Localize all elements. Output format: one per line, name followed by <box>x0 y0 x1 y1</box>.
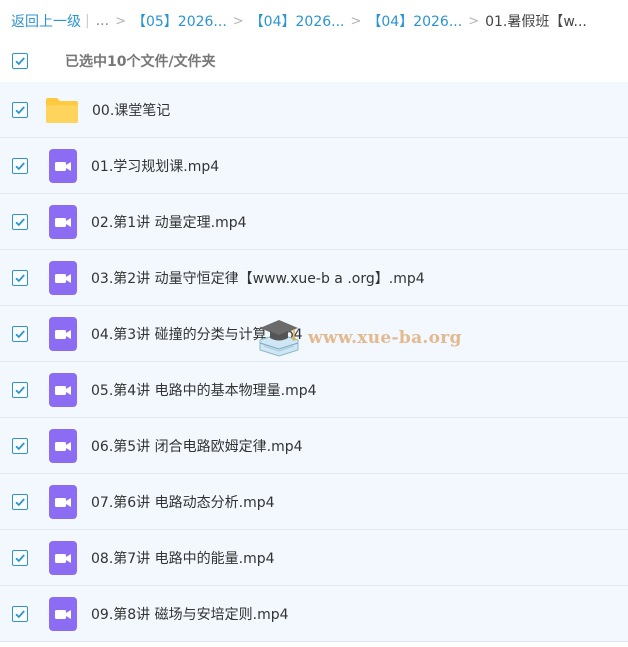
video-file-icon <box>49 316 77 351</box>
file-row[interactable]: 03.第2讲 动量守恒定律【www.xue-b a .org】.mp4 <box>0 250 628 306</box>
breadcrumb-item[interactable]: 【04】2026... <box>250 11 345 31</box>
row-checkbox[interactable] <box>12 381 28 398</box>
file-name[interactable]: 02.第1讲 动量定理.mp4 <box>91 212 247 232</box>
check-icon <box>15 329 25 338</box>
check-icon <box>15 553 25 562</box>
breadcrumb-separator: > <box>232 13 244 29</box>
breadcrumb-item[interactable]: 【05】2026... <box>132 11 227 31</box>
check-icon <box>15 609 25 618</box>
row-checkbox[interactable] <box>12 605 28 622</box>
file-name[interactable]: 04.第3讲 碰撞的分类与计算.mp4 <box>91 324 303 344</box>
check-icon <box>15 273 25 282</box>
folder-icon <box>46 97 78 123</box>
breadcrumb-separator: > <box>115 13 126 29</box>
breadcrumb-current: 01.暑假班【w... <box>485 14 587 30</box>
file-name[interactable]: 07.第6讲 电路动态分析.mp4 <box>91 492 275 512</box>
check-icon <box>15 57 25 66</box>
breadcrumb-item[interactable]: 【04】2026... <box>367 11 462 31</box>
video-file-icon <box>49 428 77 463</box>
file-name[interactable]: 08.第7讲 电路中的能量.mp4 <box>91 548 275 568</box>
selection-count: 已选中10个文件/文件夹 <box>65 54 216 70</box>
file-name[interactable]: 01.学习规划课.mp4 <box>91 156 219 176</box>
breadcrumb-divider: | <box>85 13 90 29</box>
file-name[interactable]: 09.第8讲 磁场与安培定则.mp4 <box>91 604 289 624</box>
file-row[interactable]: 08.第7讲 电路中的能量.mp4 <box>0 530 628 586</box>
check-icon <box>15 497 25 506</box>
check-icon <box>15 161 25 170</box>
select-all-checkbox[interactable] <box>12 53 28 69</box>
row-checkbox[interactable] <box>12 213 28 230</box>
check-icon <box>15 105 25 114</box>
row-checkbox[interactable] <box>12 157 28 174</box>
row-checkbox[interactable] <box>12 549 28 566</box>
video-file-icon <box>49 484 77 519</box>
file-list: 00.课堂笔记 01.学习规划课.mp4 02.第1讲 动量定理.mp4 03.第2讲… <box>0 82 628 642</box>
video-file-icon <box>49 596 77 631</box>
row-checkbox[interactable] <box>12 101 28 118</box>
video-file-icon <box>49 540 77 575</box>
breadcrumb-separator: > <box>468 13 480 29</box>
video-file-icon <box>49 204 77 239</box>
row-checkbox[interactable] <box>12 325 28 342</box>
file-name[interactable]: 00.课堂笔记 <box>92 100 170 120</box>
file-row[interactable]: 09.第8讲 磁场与安培定则.mp4 <box>0 586 628 642</box>
file-name[interactable]: 06.第5讲 闭合电路欧姆定律.mp4 <box>91 436 303 456</box>
video-file-icon <box>49 148 77 183</box>
file-row[interactable]: 01.学习规划课.mp4 <box>0 138 628 194</box>
video-file-icon <box>49 372 77 407</box>
breadcrumb-ellipsis[interactable]: ... <box>96 13 109 29</box>
file-row[interactable]: 07.第6讲 电路动态分析.mp4 <box>0 474 628 530</box>
check-icon <box>15 441 25 450</box>
file-name[interactable]: 05.第4讲 电路中的基本物理量.mp4 <box>91 380 317 400</box>
check-icon <box>15 385 25 394</box>
row-checkbox[interactable] <box>12 493 28 510</box>
file-row[interactable]: 04.第3讲 碰撞的分类与计算.mp4 <box>0 306 628 362</box>
selection-bar: 已选中10个文件/文件夹 <box>0 46 628 76</box>
file-name[interactable]: 03.第2讲 动量守恒定律【www.xue-b a .org】.mp4 <box>91 268 425 288</box>
file-row[interactable]: 00.课堂笔记 <box>0 82 628 138</box>
row-checkbox[interactable] <box>12 269 28 286</box>
file-row[interactable]: 05.第4讲 电路中的基本物理量.mp4 <box>0 362 628 418</box>
file-row[interactable]: 02.第1讲 动量定理.mp4 <box>0 194 628 250</box>
video-file-icon <box>49 260 77 295</box>
file-row[interactable]: 06.第5讲 闭合电路欧姆定律.mp4 <box>0 418 628 474</box>
back-link[interactable]: 返回上一级 <box>11 11 81 31</box>
check-icon <box>15 217 25 226</box>
row-checkbox[interactable] <box>12 437 28 454</box>
breadcrumb: 返回上一级 | ... > 【05】2026... > 【04】2026... … <box>11 10 628 32</box>
breadcrumb-separator: > <box>350 13 362 29</box>
